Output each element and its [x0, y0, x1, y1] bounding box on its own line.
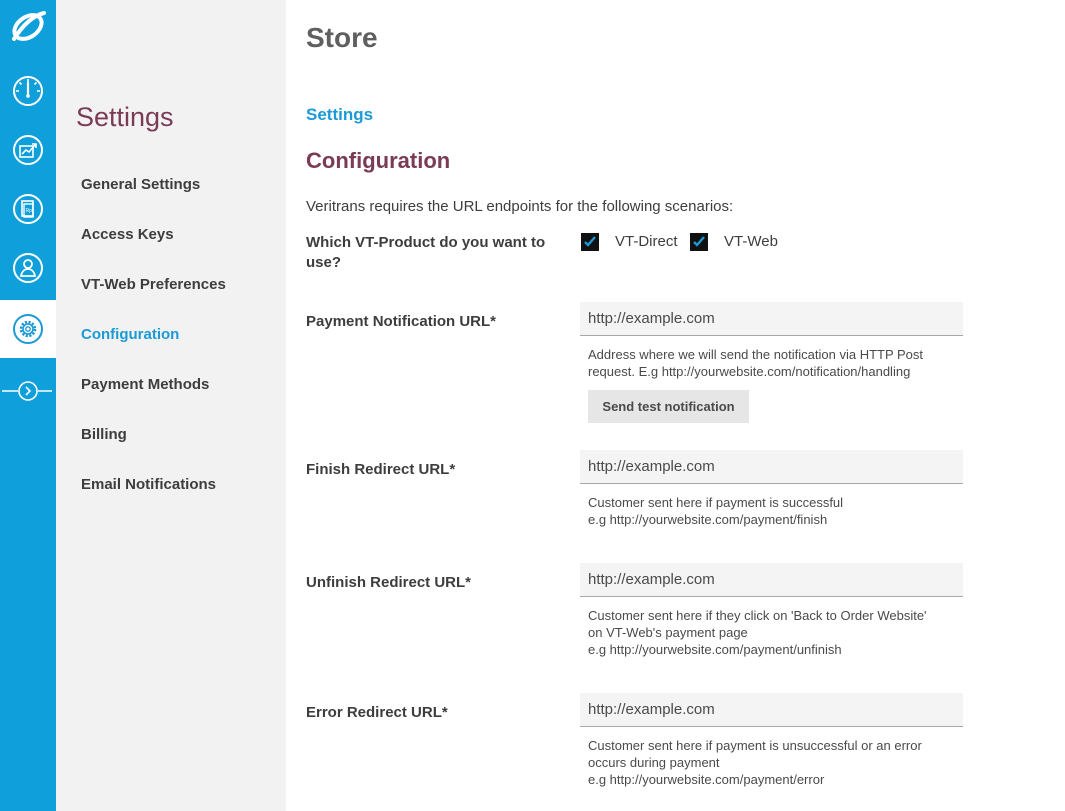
- main-content: Store Settings Configuration Veritrans r…: [286, 0, 1065, 811]
- finish-redirect-url-help: Customer sent here if payment is success…: [588, 495, 844, 527]
- unfinish-redirect-url-label: Unfinish Redirect URL*: [306, 574, 472, 591]
- vt-direct-checkbox[interactable]: [581, 233, 599, 251]
- product-question-label: Which VT-Product do you want to use?: [306, 234, 546, 271]
- vt-direct-label: VT-Direct: [615, 233, 678, 250]
- transactions-chart-icon[interactable]: [0, 121, 56, 179]
- sidebar-item-email-notifications[interactable]: Email Notifications: [81, 476, 216, 493]
- dashboard-gauge-icon[interactable]: [0, 62, 56, 120]
- payment-notification-url-help: Address where we will send the notificat…: [588, 347, 924, 379]
- error-redirect-url-input[interactable]: [580, 693, 963, 727]
- user-profile-icon[interactable]: [0, 239, 56, 297]
- payment-notification-url-input[interactable]: [580, 302, 963, 336]
- vt-web-checkbox[interactable]: [690, 233, 708, 251]
- page-title: Store: [306, 22, 378, 53]
- reports-document-icon[interactable]: Rp: [0, 180, 56, 238]
- brand-logo-icon[interactable]: [6, 7, 50, 47]
- svg-text:Rp: Rp: [26, 208, 33, 214]
- send-test-notification-button[interactable]: Send test notification: [588, 390, 749, 423]
- sidebar-item-payment-methods[interactable]: Payment Methods: [81, 376, 209, 393]
- unfinish-redirect-url-help: Customer sent here if they click on 'Bac…: [588, 608, 927, 657]
- icon-rail: Rp: [0, 0, 56, 811]
- unfinish-redirect-url-input[interactable]: [580, 563, 963, 597]
- intro-text: Veritrans requires the URL endpoints for…: [306, 198, 734, 215]
- sidebar-item-access-keys[interactable]: Access Keys: [81, 226, 174, 243]
- error-redirect-url-help: Customer sent here if payment is unsucce…: [588, 738, 922, 787]
- breadcrumb-settings-link[interactable]: Settings: [306, 105, 373, 125]
- sidebar-title: Settings: [76, 102, 174, 132]
- settings-gear-icon[interactable]: [0, 300, 56, 358]
- error-redirect-url-label: Error Redirect URL*: [306, 704, 448, 721]
- sidebar-item-vt-web-preferences[interactable]: VT-Web Preferences: [81, 276, 226, 293]
- settings-sidebar: Settings General Settings Access Keys VT…: [56, 0, 286, 811]
- sidebar-item-configuration[interactable]: Configuration: [81, 326, 179, 343]
- finish-redirect-url-input[interactable]: [580, 450, 963, 484]
- payment-notification-url-label: Payment Notification URL*: [306, 313, 497, 330]
- sidebar-item-general-settings[interactable]: General Settings: [81, 176, 200, 193]
- sidebar-item-billing[interactable]: Billing: [81, 426, 127, 443]
- expand-arrow-icon[interactable]: [0, 372, 56, 410]
- vt-web-label: VT-Web: [724, 233, 778, 250]
- section-title: Configuration: [306, 148, 451, 173]
- finish-redirect-url-label: Finish Redirect URL*: [306, 461, 456, 478]
